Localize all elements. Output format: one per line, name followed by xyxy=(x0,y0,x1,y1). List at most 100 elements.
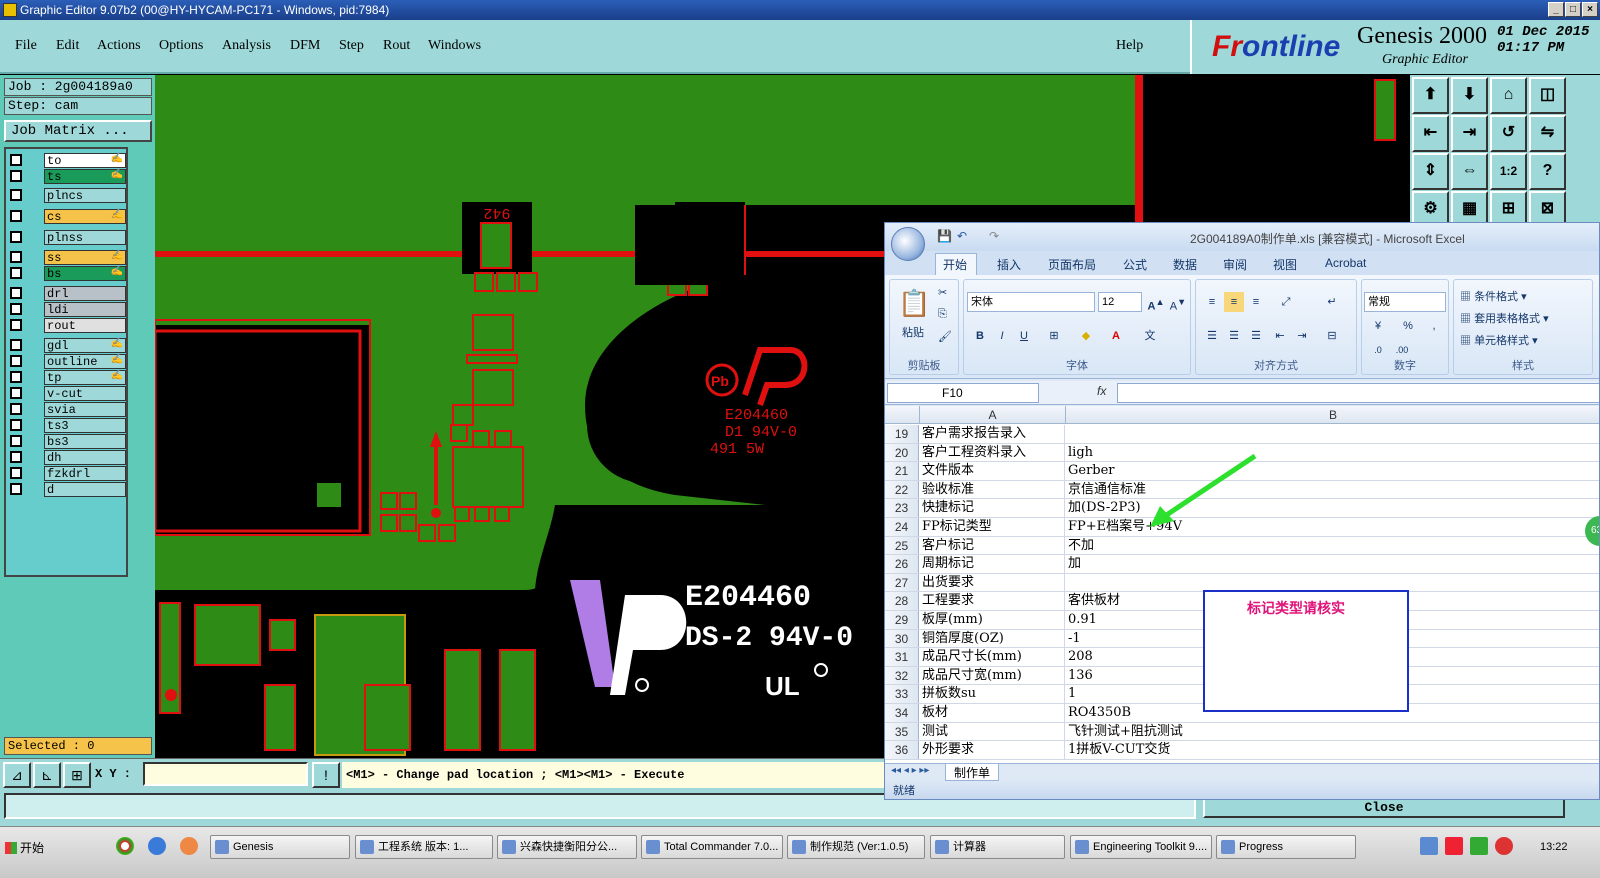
layer-row[interactable]: bs ✍ xyxy=(8,266,126,281)
cell-a[interactable]: 客户需求报告录入 xyxy=(920,425,1065,443)
table-row[interactable]: 19 客户需求报告录入 xyxy=(885,425,1599,444)
layer-name[interactable]: d xyxy=(44,482,126,497)
row-number[interactable]: 19 xyxy=(885,425,919,443)
select-all[interactable] xyxy=(885,406,920,424)
ie-icon[interactable] xyxy=(148,837,166,855)
shrink-font-icon[interactable]: A▼ xyxy=(1168,292,1188,313)
cell-a[interactable]: 客户工程资料录入 xyxy=(920,443,1065,462)
fx-icon[interactable]: fx xyxy=(1097,384,1106,398)
ribbon-tab[interactable]: 视图 xyxy=(1273,256,1297,273)
taskbar-item[interactable]: 兴森快捷衡阳分公... xyxy=(497,835,637,859)
font-name-select[interactable]: 宋体 xyxy=(967,292,1095,312)
minimize-button[interactable]: _ xyxy=(1548,2,1564,17)
row-number[interactable]: 27 xyxy=(885,573,919,592)
ribbon-tab[interactable]: 数据 xyxy=(1173,256,1197,273)
formula-input[interactable] xyxy=(1117,383,1599,403)
layer-checkbox[interactable] xyxy=(10,467,22,479)
grid-icon[interactable]: ⊞ xyxy=(63,762,91,788)
tool-button-icon[interactable]: ⇕ xyxy=(1412,153,1449,190)
cell-b[interactable]: 1拼板V-CUT交货 xyxy=(1066,741,1599,759)
layer-row[interactable]: dh xyxy=(8,450,126,465)
tool-button-icon[interactable]: 1:2 xyxy=(1490,153,1527,190)
office-button[interactable] xyxy=(891,227,925,261)
paste-icon[interactable]: 📋 xyxy=(898,288,930,319)
layer-row[interactable]: to ✍ xyxy=(8,153,126,168)
increase-indent-icon[interactable]: ⇥ xyxy=(1292,326,1312,346)
cell-b[interactable]: 加 xyxy=(1066,555,1599,573)
row-number[interactable]: 32 xyxy=(885,666,919,685)
layer-name[interactable]: ts3 xyxy=(44,418,126,433)
cell-a[interactable]: FP标记类型 xyxy=(920,518,1065,536)
tray-icon-1[interactable] xyxy=(1420,837,1438,855)
layer-checkbox[interactable] xyxy=(10,189,22,201)
menu-windows[interactable]: Windows xyxy=(428,38,481,54)
chrome-icon[interactable] xyxy=(116,837,134,855)
format-painter-icon[interactable]: 🖌 xyxy=(938,330,952,343)
menu-actions[interactable]: Actions xyxy=(97,38,141,54)
layer-checkbox[interactable] xyxy=(10,419,22,431)
row-number[interactable]: 30 xyxy=(885,629,919,648)
row-number[interactable]: 20 xyxy=(885,443,919,462)
ribbon-tab[interactable]: 审阅 xyxy=(1223,256,1247,273)
conditional-format-button[interactable]: ▦ 条件格式 ▾ xyxy=(1460,288,1527,304)
layer-row[interactable]: fzkdrl xyxy=(8,466,126,481)
font-size-select[interactable]: 12 xyxy=(1098,292,1142,312)
layer-row[interactable]: ss ✍ xyxy=(8,250,126,265)
tool-button-icon[interactable]: ⇤ xyxy=(1412,115,1449,152)
xy-input[interactable] xyxy=(143,762,308,786)
bold-button[interactable]: B xyxy=(970,326,990,346)
cell-a[interactable]: 拼板数su xyxy=(920,685,1065,703)
currency-icon[interactable]: ¥ xyxy=(1368,316,1388,336)
align-bottom-icon[interactable]: ≡ xyxy=(1246,292,1266,312)
layer-name[interactable]: drl xyxy=(44,286,126,301)
layer-name[interactable]: bs3 xyxy=(44,434,126,449)
layer-row[interactable]: ts3 xyxy=(8,418,126,433)
layer-row[interactable]: d xyxy=(8,482,126,497)
cell-a[interactable]: 板材 xyxy=(920,704,1065,722)
paste-button[interactable]: 粘贴 xyxy=(902,324,924,340)
ribbon-tab[interactable]: 插入 xyxy=(997,256,1021,273)
tool-button-icon[interactable]: ⇋ xyxy=(1529,115,1566,152)
row-number[interactable]: 28 xyxy=(885,592,919,610)
layer-row[interactable]: plncs xyxy=(8,188,126,203)
table-row[interactable]: 26 周期标记加 xyxy=(885,555,1599,574)
cell-a[interactable]: 测试 xyxy=(920,722,1065,741)
underline-button[interactable]: U xyxy=(1014,326,1034,346)
layer-checkbox[interactable] xyxy=(10,403,22,415)
ribbon-tab[interactable]: 公式 xyxy=(1123,256,1147,273)
layer-checkbox[interactable] xyxy=(10,355,22,367)
row-number[interactable]: 25 xyxy=(885,536,919,555)
table-row[interactable]: 25 客户标记 不加 xyxy=(885,536,1599,556)
measure-icon[interactable]: ⊾ xyxy=(33,762,61,788)
row-number[interactable]: 33 xyxy=(885,685,919,703)
cell-b[interactable] xyxy=(1066,574,1599,592)
sheet-tab-main[interactable]: 制作单 xyxy=(945,764,1000,781)
tray-icon-2[interactable] xyxy=(1445,837,1463,855)
cell-b[interactable]: 不加 xyxy=(1066,537,1599,555)
taskbar-item[interactable]: Genesis xyxy=(210,835,350,859)
menu-file[interactable]: File xyxy=(15,38,37,54)
fill-color-icon[interactable]: ◆ xyxy=(1076,326,1096,346)
layer-checkbox[interactable] xyxy=(10,435,22,447)
layer-row[interactable]: svia xyxy=(8,402,126,417)
layer-row[interactable]: gdl ✍ xyxy=(8,338,126,353)
layer-row[interactable]: rout xyxy=(8,318,126,333)
ribbon-tab[interactable]: Acrobat xyxy=(1325,256,1366,270)
layer-checkbox[interactable] xyxy=(10,303,22,315)
undo-icon[interactable]: ↶ xyxy=(957,229,967,243)
warning-icon[interactable]: ! xyxy=(312,762,340,788)
layer-row[interactable]: drl xyxy=(8,286,126,301)
row-number[interactable]: 24 xyxy=(885,518,919,536)
phonetic-icon[interactable]: 文 xyxy=(1140,326,1160,346)
layer-name[interactable]: rout xyxy=(44,318,126,333)
cell-b[interactable]: 飞针测试+阻抗测试 xyxy=(1066,723,1599,741)
layer-row[interactable]: outline ✍ xyxy=(8,354,126,369)
table-row[interactable]: 36 外形要求 1拼板V-CUT交货 xyxy=(885,741,1599,760)
tray-icon-4[interactable] xyxy=(1495,837,1513,855)
menu-rout[interactable]: Rout xyxy=(383,38,410,54)
column-b-header[interactable]: B xyxy=(1066,406,1599,424)
menu-dfm[interactable]: DFM xyxy=(290,38,320,54)
number-format-select[interactable]: 常规 xyxy=(1364,292,1446,312)
tool-button-icon[interactable]: ⌂ xyxy=(1490,77,1527,114)
layer-row[interactable]: v-cut xyxy=(8,386,126,401)
